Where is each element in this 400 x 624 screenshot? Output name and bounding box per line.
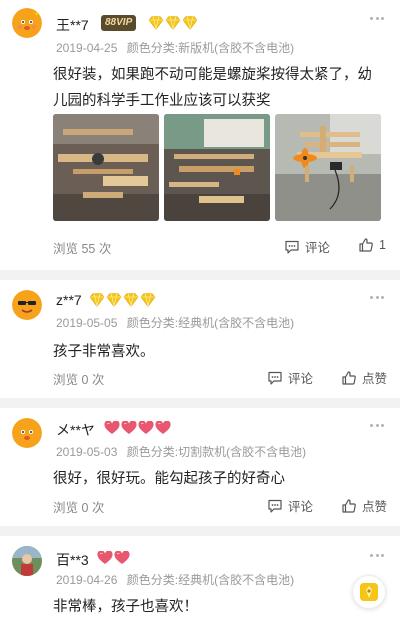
like-button[interactable]: 1 [358, 237, 386, 253]
avatar[interactable] [12, 546, 42, 576]
diamond-icon [148, 16, 164, 30]
review-text: 很好装，如果跑不动可能是螺旋桨按得太紧了，幼儿园的科学手工作业应该可以获奖 [53, 67, 372, 109]
review-variant: 颜色分类:经典机(含胶不含电池) [126, 573, 295, 587]
like-button[interactable]: 点赞 [341, 368, 387, 387]
thumbs-up-icon [342, 498, 356, 513]
diamond-icon [123, 293, 139, 307]
heart-icon [121, 421, 137, 434]
review-photo[interactable] [164, 114, 270, 221]
user-name: メ**ヤ [56, 422, 95, 438]
diamond-icon [165, 16, 181, 30]
level-badges [104, 421, 171, 435]
level-badges [97, 551, 130, 565]
view-count: 浏览 55 次 [53, 242, 112, 256]
divider [0, 526, 400, 536]
review-meta: 2019-05-03 颜色分类:切割款机(含胶不含电池) [56, 443, 306, 460]
review-meta: 2019-05-05 颜色分类:经典机(含胶不含电池) [56, 314, 294, 331]
comment-icon [268, 371, 282, 385]
comment-label: 评论 [305, 241, 331, 255]
review-date: 2019-05-03 [56, 445, 118, 459]
user-name: 王**7 [56, 17, 89, 33]
floating-note-button[interactable] [352, 575, 386, 609]
comment-label: 评论 [288, 372, 314, 386]
diamond-icon [106, 293, 122, 307]
level-badges [148, 16, 198, 30]
note-icon [360, 583, 378, 601]
heart-icon [104, 421, 120, 434]
diamond-icon [182, 16, 198, 30]
view-count: 浏览 0 次 [53, 373, 105, 387]
like-label: 1 [379, 238, 386, 252]
more-options-icon[interactable] [370, 296, 384, 300]
thumbs-up-icon [359, 238, 373, 252]
review-date: 2019-04-25 [56, 41, 118, 55]
review-text: 孩子非常喜欢。 [53, 344, 155, 360]
review-variant: 颜色分类:新版机(含胶不含电池) [126, 41, 295, 55]
like-button[interactable]: 点赞 [341, 496, 387, 515]
review-photo[interactable] [275, 114, 381, 221]
avatar[interactable] [12, 290, 42, 320]
user-name: 百**3 [56, 552, 89, 568]
review-photo[interactable] [53, 114, 159, 221]
review-variant: 颜色分类:切割款机(含胶不含电池) [126, 445, 307, 459]
review-item: z**7 2019-05-05 颜色分类:经典机(含胶不含电池) 孩子非常喜欢。… [0, 280, 400, 398]
review-date: 2019-05-05 [56, 316, 118, 330]
comment-button[interactable]: 评论 [267, 368, 313, 387]
review-item: 王**7 88VIP 2019-04-25 颜色分类:新版机(含胶不含电池) 很… [0, 0, 400, 270]
review-text: 很好，很好玩。能勾起孩子的好奇心 [53, 471, 285, 487]
comment-label: 评论 [288, 500, 314, 514]
heart-icon [97, 551, 113, 564]
review-text: 非常棒，孩子也喜欢！ [53, 599, 198, 615]
more-options-icon[interactable] [370, 424, 384, 428]
divider [0, 398, 400, 408]
comment-icon [285, 240, 299, 254]
like-label: 点赞 [362, 500, 388, 514]
more-options-icon[interactable] [370, 554, 384, 558]
comment-button[interactable]: 评论 [284, 237, 330, 256]
diamond-icon [89, 293, 105, 307]
user-name: z**7 [56, 292, 82, 308]
avatar[interactable] [12, 418, 42, 448]
comment-button[interactable]: 评论 [267, 496, 313, 515]
heart-icon [155, 421, 171, 434]
review-meta: 2019-04-26 颜色分类:经典机(含胶不含电池) [56, 571, 294, 588]
diamond-icon [140, 293, 156, 307]
view-count: 浏览 0 次 [53, 501, 105, 515]
heart-icon [114, 551, 130, 564]
thumbs-up-icon [342, 370, 356, 385]
level-badges [89, 293, 156, 307]
avatar[interactable] [12, 8, 42, 38]
review-meta: 2019-04-25 颜色分类:新版机(含胶不含电池) [56, 39, 294, 56]
like-label: 点赞 [362, 372, 388, 386]
heart-icon [138, 421, 154, 434]
review-item: 百**3 2019-04-26 颜色分类:经典机(含胶不含电池) 非常棒，孩子也… [0, 536, 400, 624]
review-date: 2019-04-26 [56, 573, 118, 587]
vip-badge: 88VIP [101, 15, 137, 31]
more-options-icon[interactable] [370, 17, 384, 21]
review-variant: 颜色分类:经典机(含胶不含电池) [126, 316, 295, 330]
comment-icon [268, 499, 282, 513]
divider [0, 270, 400, 280]
review-item: メ**ヤ 2019-05-03 颜色分类:切割款机(含胶不含电池) 很好，很好玩… [0, 408, 400, 526]
